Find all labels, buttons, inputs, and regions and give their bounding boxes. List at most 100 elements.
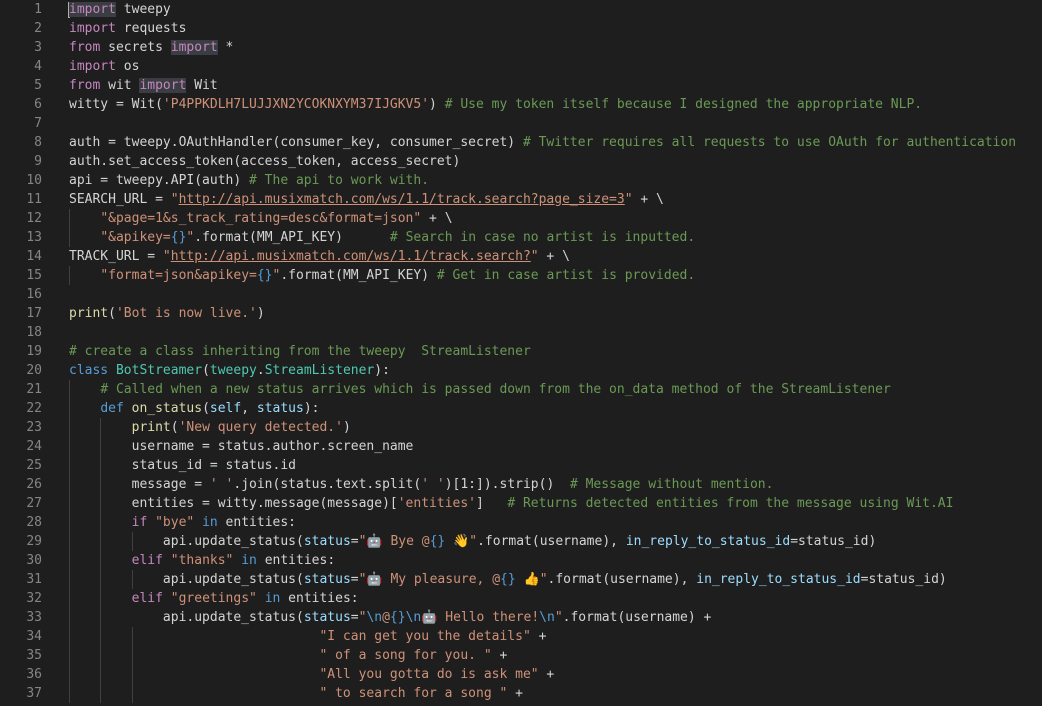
code-editor[interactable]: 1 import tweepy 2 import requests 3 from secr… <box>0 0 1042 706</box>
code-line[interactable]: 30 elif "thanks" in entities: <box>0 551 1042 570</box>
code-text[interactable]: api.update_status(status="\n@{}\n🤖 Hello… <box>69 608 711 627</box>
code-line[interactable]: 23 print('New query detected.') <box>0 418 1042 437</box>
code-line[interactable]: 20 class BotStreamer(tweepy.StreamListene… <box>0 361 1042 380</box>
code-token: secrets <box>100 40 171 55</box>
code-text[interactable]: print('New query detected.') <box>69 418 351 437</box>
code-text[interactable]: api = tweepy.API(auth) # The api to work… <box>69 171 429 190</box>
code-text[interactable]: " of a song for you. " + <box>69 646 507 665</box>
code-token: " <box>530 249 539 264</box>
code-text[interactable]: SEARCH_URL = "http://api.musixmatch.com/… <box>69 190 664 209</box>
code-line[interactable]: 36 "All you gotta do is ask me" + <box>0 665 1042 684</box>
code-line[interactable]: 1 import tweepy <box>0 0 1042 19</box>
code-text[interactable]: from wit import Wit <box>69 76 218 95</box>
code-text[interactable]: elif "thanks" in entities: <box>69 551 336 570</box>
code-line[interactable]: 12 "&page=1&s_track_rating=desc&format=j… <box>0 209 1042 228</box>
code-line[interactable]: 13 "&apikey={}".format(MM_API_KEY) # Sea… <box>0 228 1042 247</box>
code-line[interactable]: 31 api.update_status(status="🤖 My pleasu… <box>0 570 1042 589</box>
code-text[interactable]: def on_status(self, status): <box>69 399 319 418</box>
code-token: auth.set_access_token(access_token, acce… <box>69 154 461 169</box>
code-text[interactable]: "&apikey={}".format(MM_API_KEY) # Search… <box>69 228 695 247</box>
code-text[interactable]: # Called when a new status arrives which… <box>69 380 891 399</box>
code-token: if <box>131 515 148 530</box>
code-text[interactable]: api.update_status(status="🤖 My pleasure,… <box>69 570 947 589</box>
code-line[interactable]: 32 elif "greetings" in entities: <box>0 589 1042 608</box>
code-line[interactable]: 33 api.update_status(status="\n@{}\n🤖 He… <box>0 608 1042 627</box>
code-token: print <box>69 306 109 321</box>
code-text[interactable]: "I can get you the details" + <box>69 627 546 646</box>
code-text[interactable]: import tweepy <box>69 0 171 19</box>
code-line[interactable]: 35 " of a song for you. " + <box>0 646 1042 665</box>
code-line[interactable]: 19 # create a class inheriting from the t… <box>0 342 1042 361</box>
code-text[interactable]: witty = Wit('P4PPKDLH7LUJJXN2YCOKNXYM37I… <box>69 95 922 114</box>
line-number: 35 <box>26 648 42 663</box>
code-line[interactable]: 6 witty = Wit('P4PPKDLH7LUJJXN2YCOKNXYM37… <box>0 95 1042 114</box>
code-line[interactable]: 27 entities = witty.message(message)['en… <box>0 494 1042 513</box>
code-line[interactable]: 22 def on_status(self, status): <box>0 399 1042 418</box>
code-text[interactable]: auth.set_access_token(access_token, acce… <box>69 152 460 171</box>
code-line[interactable]: 24 username = status.author.screen_name <box>0 437 1042 456</box>
code-line[interactable]: 11 SEARCH_URL = "http://api.musixmatch.co… <box>0 190 1042 209</box>
code-text[interactable]: status_id = status.id <box>69 456 296 475</box>
code-line[interactable]: 8 auth = tweepy.OAuthHandler(consumer_key… <box>0 133 1042 152</box>
code-text[interactable]: if "bye" in entities: <box>69 513 296 532</box>
code-line[interactable]: 3 from secrets import * <box>0 38 1042 57</box>
code-token: BotStreamer <box>115 363 203 378</box>
code-text[interactable]: elif "greetings" in entities: <box>69 589 359 608</box>
line-number: 9 <box>34 154 42 169</box>
code-text[interactable]: api.update_status(status="🤖 Bye @{} 👋".f… <box>69 532 876 551</box>
code-line[interactable]: 10 api = tweepy.API(auth) # The api to wo… <box>0 171 1042 190</box>
indent-guide <box>131 627 133 703</box>
code-text[interactable]: import os <box>69 57 139 76</box>
code-token: "greetings" <box>170 591 257 606</box>
code-token: ( <box>108 306 116 321</box>
code-line[interactable]: 15 "format=json&apikey={}".format(MM_API… <box>0 266 1042 285</box>
code-text[interactable]: from secrets import * <box>69 38 233 57</box>
code-token: api = tweepy.API(auth) <box>69 173 250 188</box>
code-text[interactable]: message = ' '.join(status.text.split(' '… <box>69 475 774 494</box>
line-number: 12 <box>26 211 42 226</box>
code-line[interactable]: 9 auth.set_access_token(access_token, acc… <box>0 152 1042 171</box>
code-text[interactable]: TRACK_URL = "http://api.musixmatch.com/w… <box>69 247 570 266</box>
code-line[interactable]: 4 import os <box>0 57 1042 76</box>
line-number: 32 <box>26 591 42 606</box>
code-text[interactable]: " to search for a song " + <box>69 684 523 703</box>
code-text[interactable]: class BotStreamer(tweepy.StreamListener)… <box>69 361 390 380</box>
code-token: http://api.musixmatch.com/ws/1.1/track.s… <box>170 249 531 264</box>
code-text[interactable]: "format=json&apikey={}".format(MM_API_KE… <box>69 266 695 285</box>
indent-guide <box>131 570 133 589</box>
code-line[interactable]: 28 if "bye" in entities: <box>0 513 1042 532</box>
code-line[interactable]: 17 print('Bot is now live.') <box>0 304 1042 323</box>
code-text[interactable]: "All you gotta do is ask me" + <box>69 665 554 684</box>
code-line[interactable]: 21 # Called when a new status arrives wh… <box>0 380 1042 399</box>
code-text[interactable]: "&page=1&s_track_rating=desc&format=json… <box>69 209 452 228</box>
code-line[interactable]: 37 " to search for a song " + <box>0 684 1042 703</box>
code-line[interactable]: 14 TRACK_URL = "http://api.musixmatch.com… <box>0 247 1042 266</box>
code-token: @ <box>382 610 390 625</box>
code-line[interactable]: 34 "I can get you the details" + <box>0 627 1042 646</box>
code-line[interactable]: 26 message = ' '.join(status.text.split(… <box>0 475 1042 494</box>
code-token: # Get in case artist is provided. <box>436 268 696 283</box>
line-number: 5 <box>34 78 42 93</box>
code-line[interactable]: 29 api.update_status(status="🤖 Bye @{} 👋… <box>0 532 1042 551</box>
code-line[interactable]: 16 <box>0 285 1042 304</box>
code-token: ] <box>476 496 508 511</box>
code-token: import <box>170 40 218 55</box>
code-line[interactable]: 2 import requests <box>0 19 1042 38</box>
line-number: 29 <box>26 534 42 549</box>
code-line[interactable]: 5 from wit import Wit <box>0 76 1042 95</box>
code-text[interactable]: print('Bot is now live.') <box>69 304 265 323</box>
code-token: "🤖 Bye @ <box>358 534 430 549</box>
code-text[interactable]: # create a class inheriting from the twe… <box>69 342 531 361</box>
code-token: in_reply_to_status_id <box>625 534 791 549</box>
code-line[interactable]: 25 status_id = status.id <box>0 456 1042 475</box>
code-text[interactable]: auth = tweepy.OAuthHandler(consumer_key,… <box>69 133 1016 152</box>
code-line[interactable]: 18 <box>0 323 1042 342</box>
code-line[interactable]: 7 <box>0 114 1042 133</box>
code-token: \n <box>366 610 383 625</box>
code-text[interactable]: entities = witty.message(message)['entit… <box>69 494 954 513</box>
line-number: 33 <box>26 610 42 625</box>
code-token: status <box>303 534 351 549</box>
code-text[interactable]: import requests <box>69 19 186 38</box>
code-text[interactable]: username = status.author.screen_name <box>69 437 414 456</box>
